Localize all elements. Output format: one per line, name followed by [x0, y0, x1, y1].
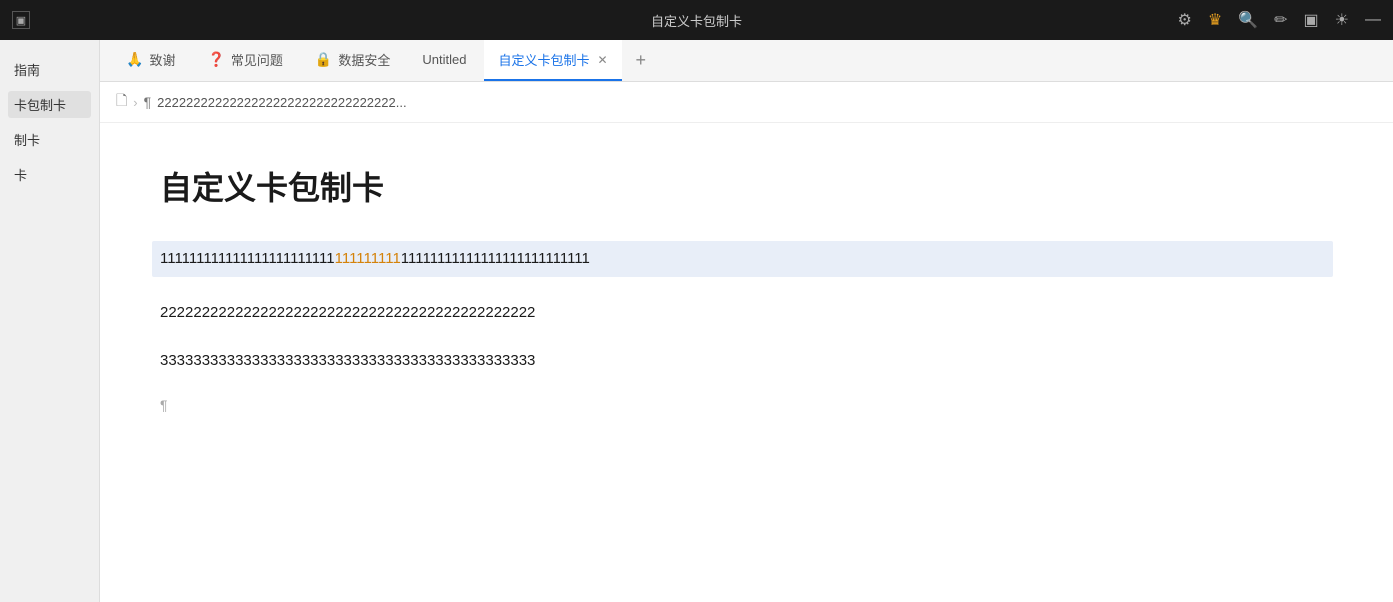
edit-icon[interactable]: ✏	[1274, 10, 1287, 30]
settings-icon[interactable]: ⚙	[1178, 10, 1192, 30]
text-after-highlight: 11111111111111111111111111	[401, 250, 590, 267]
crown-icon[interactable]: ♛	[1208, 10, 1222, 30]
app-body: 指南 卡包制卡 制卡 卡 🙏 致谢 ❓ 常见问题 🔒 数据安全	[0, 40, 1393, 602]
tab-custom-card-label: 自定义卡包制卡	[498, 50, 589, 69]
text-before-highlight: 111111111111111111111111	[160, 250, 335, 267]
text-line-3: 3333333333333333333333333333333333333333…	[160, 349, 1333, 373]
tab-security[interactable]: 🔒 数据安全	[301, 40, 404, 81]
sidebar: 指南 卡包制卡 制卡 卡	[0, 40, 100, 602]
sidebar-item-guide[interactable]: 指南	[8, 56, 91, 83]
doc-title: 自定义卡包制卡	[160, 163, 1333, 209]
breadcrumb-path: 222222222222222222222222222222222...	[157, 95, 406, 110]
sidebar-item-make-card[interactable]: 制卡	[8, 126, 91, 153]
content-area: 🙏 致谢 ❓ 常见问题 🔒 数据安全 Untitled 自定义卡包制卡 ✕ +	[100, 40, 1393, 602]
sidebar-item-card[interactable]: 卡	[8, 161, 91, 188]
tab-bar: 🙏 致谢 ❓ 常见问题 🔒 数据安全 Untitled 自定义卡包制卡 ✕ +	[100, 40, 1393, 82]
search-icon[interactable]: 🔍	[1238, 10, 1258, 30]
titlebar: ▣ 自定义卡包制卡 ⚙ ♛ 🔍 ✏ ▣ ☀ —	[0, 0, 1393, 40]
minimize-icon[interactable]: —	[1365, 11, 1381, 29]
tab-security-icon: 🔒	[315, 51, 332, 68]
text-line-1: 1111111111111111111111111111111111111111…	[152, 241, 1333, 277]
paragraph-mark: ¶	[160, 397, 1333, 413]
tab-close-icon[interactable]: ✕	[597, 53, 607, 67]
titlebar-title: 自定义卡包制卡	[651, 11, 742, 30]
tab-faq-label: 常见问题	[231, 50, 283, 69]
editor[interactable]: 自定义卡包制卡 11111111111111111111111111111111…	[100, 123, 1393, 602]
tab-untitled[interactable]: Untitled	[408, 40, 480, 81]
tab-security-label: 数据安全	[338, 50, 390, 69]
layout-icon[interactable]: ▣	[1304, 10, 1319, 30]
breadcrumb-doc-icon: 🗋	[116, 90, 127, 114]
text-line-2: 2222222222222222222222222222222222222222…	[160, 301, 1333, 325]
window-icon[interactable]: ▣	[12, 11, 30, 29]
breadcrumb: 🗋 › ¶ 222222222222222222222222222222222.…	[100, 82, 1393, 123]
titlebar-right: ⚙ ♛ 🔍 ✏ ▣ ☀ —	[1178, 10, 1381, 30]
titlebar-left: ▣	[12, 11, 30, 29]
tab-thanks-label: 致谢	[149, 50, 175, 69]
tab-faq-icon: ❓	[207, 51, 224, 68]
text-highlight: 111111111	[335, 250, 401, 267]
breadcrumb-para-icon: ¶	[144, 94, 152, 110]
tab-custom-card[interactable]: 自定义卡包制卡 ✕	[484, 40, 621, 81]
breadcrumb-separator: ›	[133, 95, 137, 110]
tab-faq[interactable]: ❓ 常见问题	[193, 40, 296, 81]
brightness-icon[interactable]: ☀	[1335, 10, 1349, 30]
tab-thanks-icon: 🙏	[126, 51, 143, 68]
tab-untitled-label: Untitled	[422, 52, 466, 67]
tab-thanks[interactable]: 🙏 致谢	[112, 40, 189, 81]
tab-add-button[interactable]: +	[626, 40, 657, 81]
sidebar-item-card-maker[interactable]: 卡包制卡	[8, 91, 91, 118]
